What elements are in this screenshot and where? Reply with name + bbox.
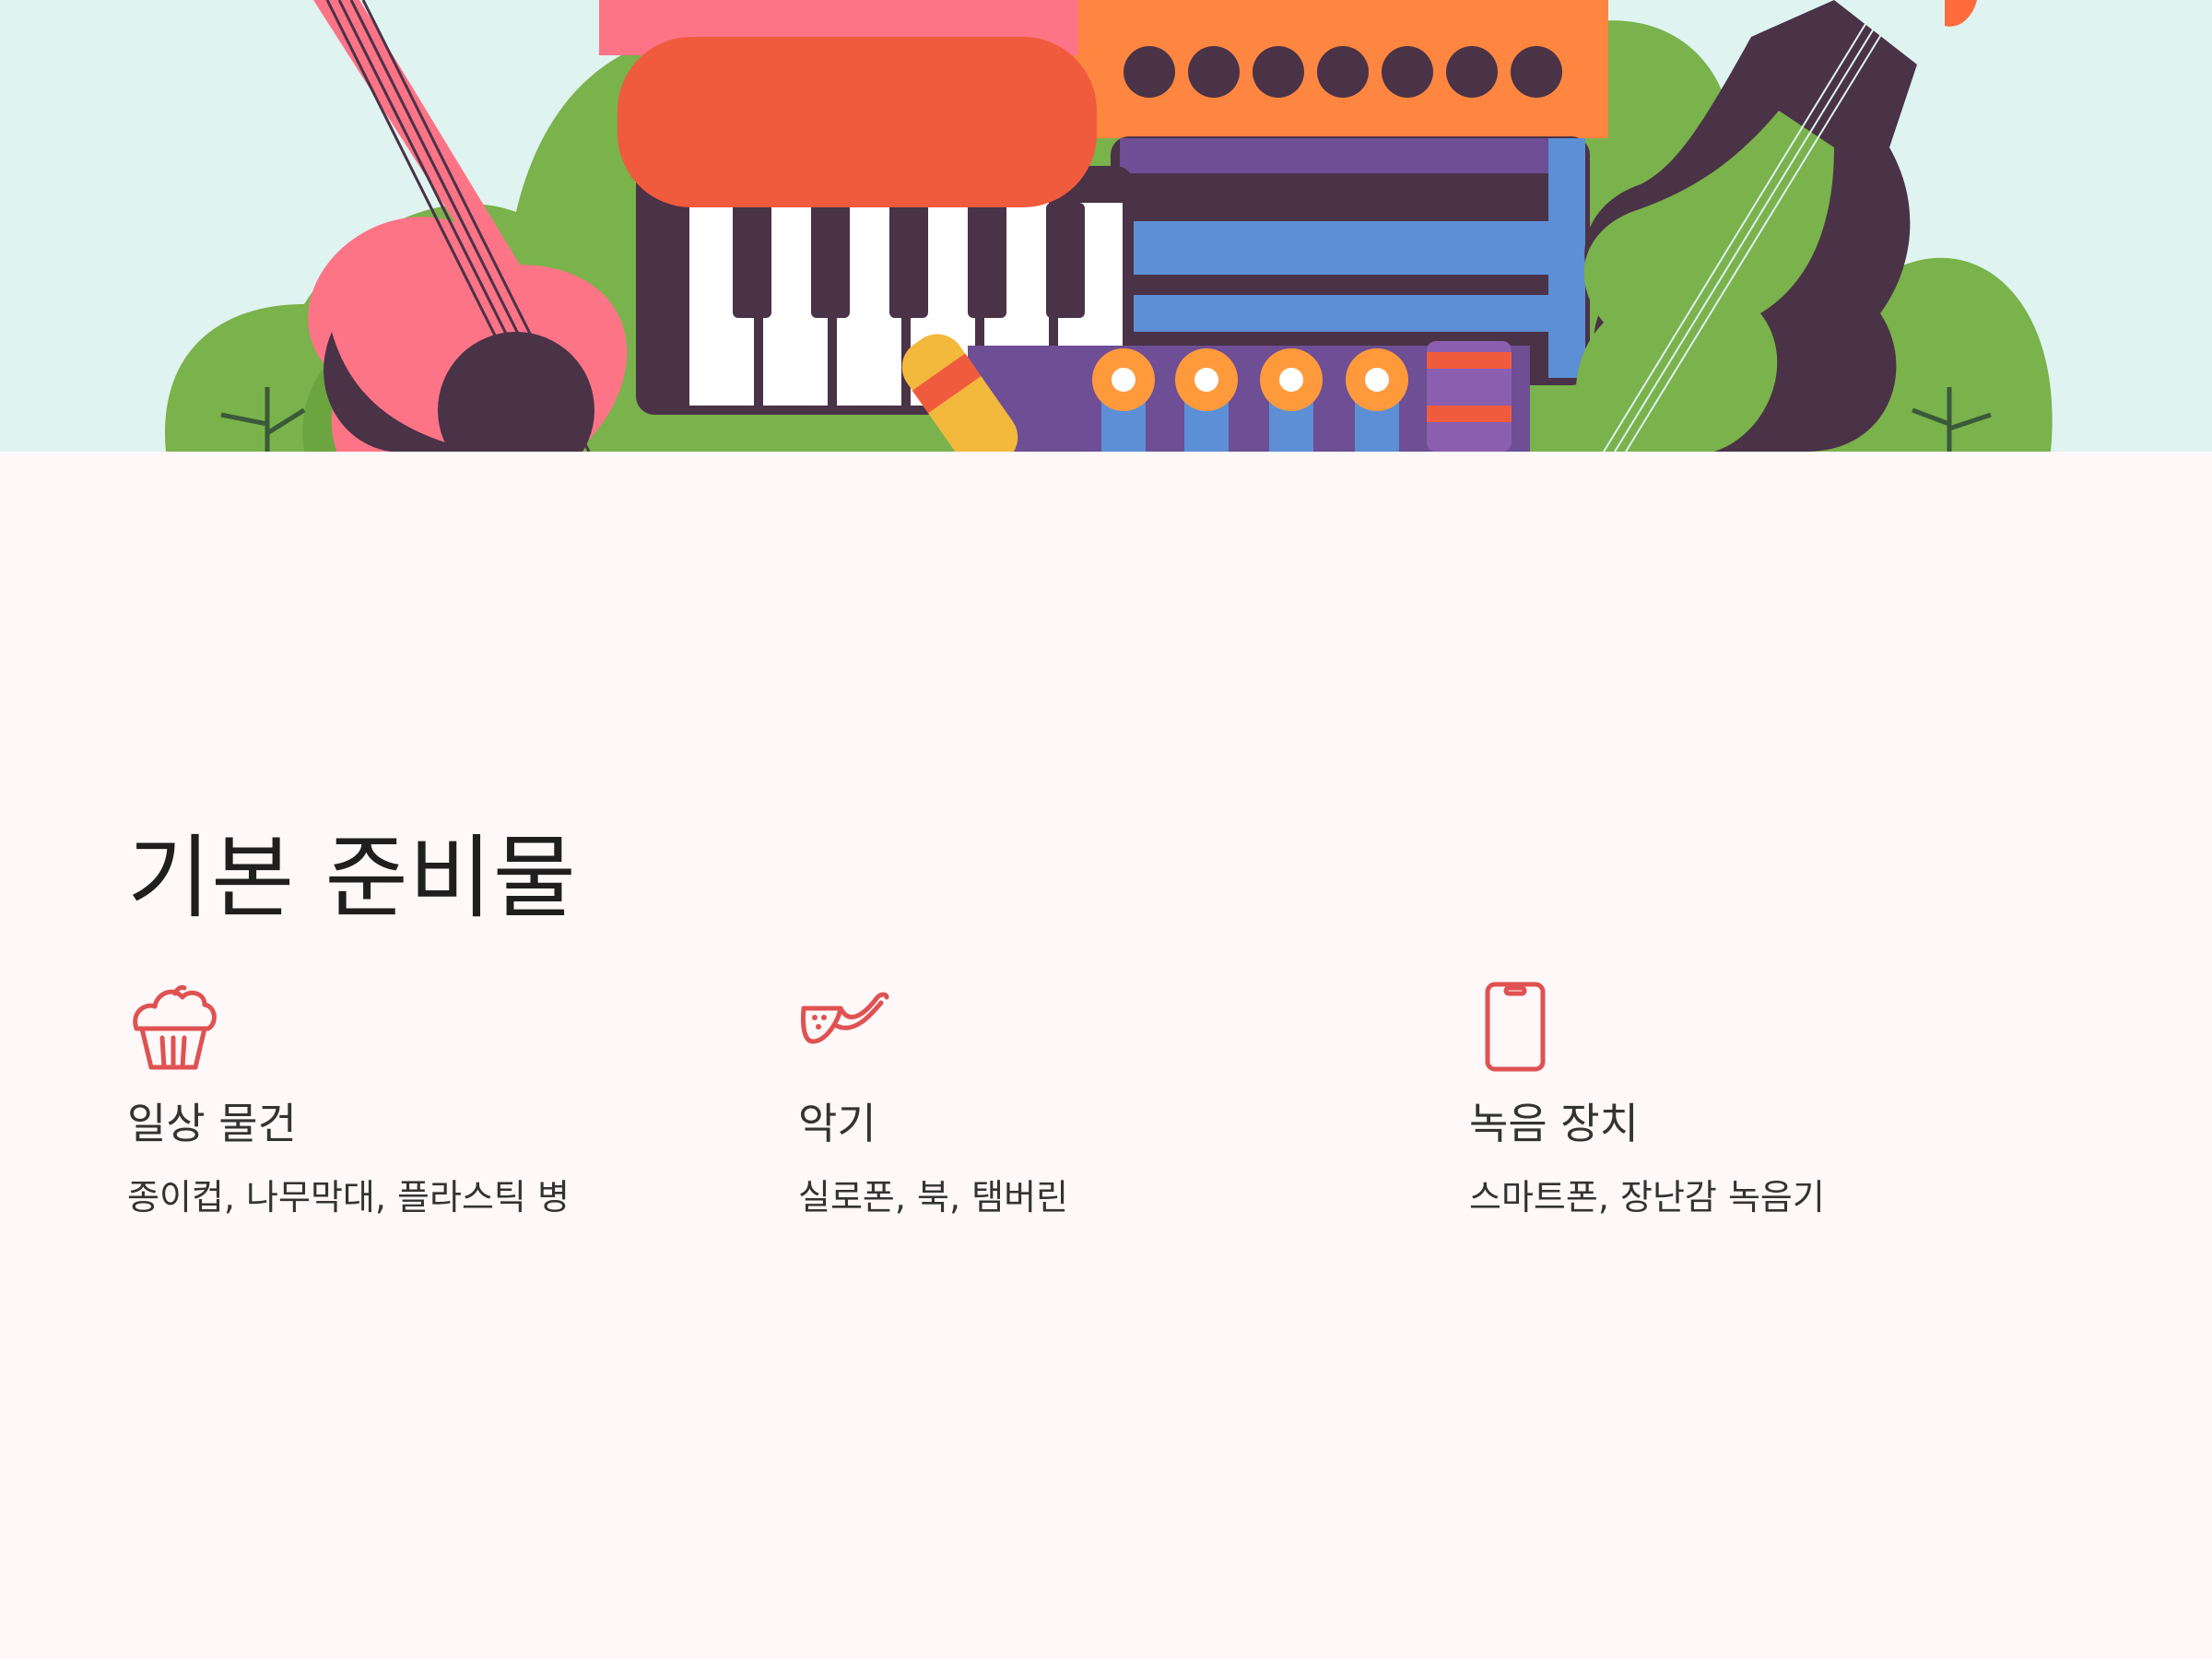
smartphone-icon (1469, 981, 1561, 1073)
supply-item-description: 실로폰, 북, 탬버린 (798, 1176, 1069, 1218)
section-title: 기본 준비물 (127, 826, 577, 931)
supply-item-title: 악기 (798, 1098, 877, 1148)
supply-item-instruments: 악기 실로폰, 북, 탬버린 (798, 981, 1425, 1219)
supply-item-description: 종이컵, 나무막대, 플라스틱 병 (127, 1176, 570, 1218)
supply-item-title: 일상 물건 (127, 1098, 297, 1148)
main-content: 기본 준비물 일상 물건 종이컵, 나무막대, 플라스틱 병 악기 실로폰, 북… (127, 826, 2085, 1257)
hero-illustration (0, 0, 2212, 452)
supplies-list: 일상 물건 종이컵, 나무막대, 플라스틱 병 악기 실로폰, 북, 탬버린 녹… (127, 981, 2085, 1257)
supply-item-recording-devices: 녹음 장치 스마트폰, 장난감 녹음기 (1469, 981, 2096, 1219)
cupcake-icon (127, 981, 219, 1073)
music-instruments-illustration (0, 0, 2212, 452)
saxophone-icon (798, 981, 890, 1073)
supply-item-title: 녹음 장치 (1469, 1098, 1639, 1148)
supply-item-description: 스마트폰, 장난감 녹음기 (1469, 1176, 1825, 1218)
supply-item-everyday-objects: 일상 물건 종이컵, 나무막대, 플라스틱 병 (127, 981, 754, 1219)
